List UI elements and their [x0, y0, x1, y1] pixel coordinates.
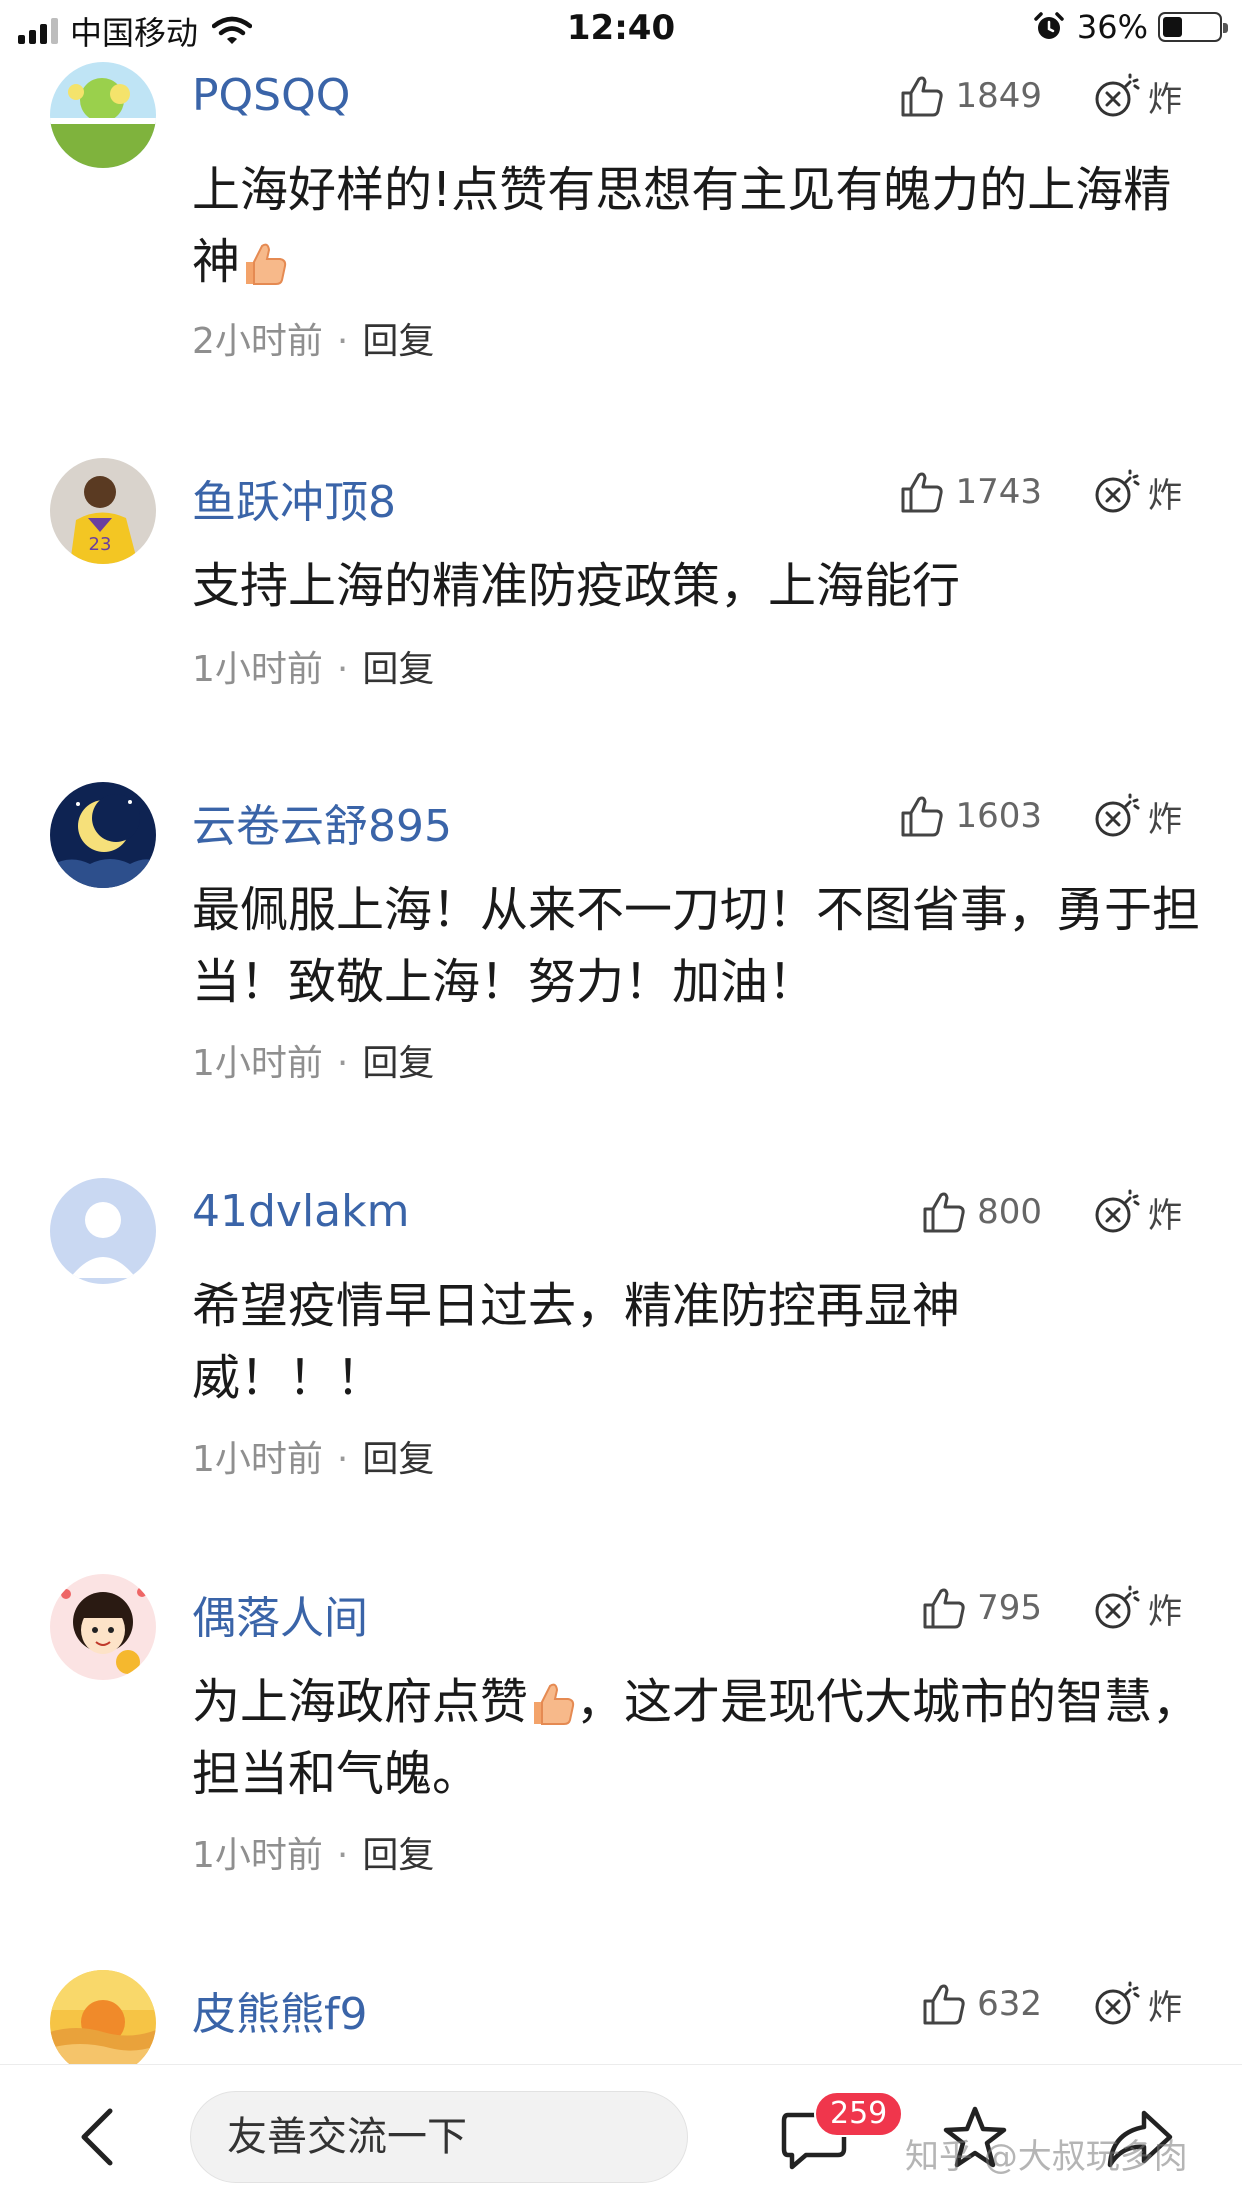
comment-count-badge: 259 [814, 2091, 904, 2137]
thumbs-up-icon [901, 76, 944, 117]
bomb-label: 炸 [1148, 475, 1182, 516]
comment-time: 1小时前 [192, 649, 323, 690]
bomb-icon [1095, 73, 1140, 117]
username[interactable]: 皮熊熊f9 [192, 1978, 367, 2042]
back-arrow-icon[interactable] [70, 2107, 130, 2167]
moon-avatar-icon[interactable] [50, 782, 156, 888]
comment-list[interactable]: PQSQQ 1849 炸 上海好样的!点赞有思想有主见有魄力的上海精神 2小时前… [0, 0, 1242, 2064]
comment-text: 上海好样的!点赞有思想有主见有魄力的上海精神 [192, 154, 1202, 298]
comment-time: 2小时前 [192, 321, 323, 362]
like-count: 632 [977, 1984, 1042, 2024]
cartoon-girl-avatar-icon[interactable] [50, 1574, 156, 1680]
bomb-label: 炸 [1148, 799, 1182, 840]
reply-button[interactable]: 回复 [362, 1439, 434, 1480]
username[interactable]: PQSQQ [192, 70, 350, 121]
username[interactable]: 云卷云舒895 [192, 790, 452, 854]
svg-text:23: 23 [89, 534, 112, 555]
comment-text: 最佩服上海！从来不一刀切！不图省事，勇于担当！致敬上海！努力！加油！ [192, 874, 1202, 1018]
like-button[interactable]: 1743 [899, 462, 1042, 522]
bomb-label: 炸 [1148, 79, 1182, 120]
comment-meta: 1小时前 · 回复 [192, 1034, 434, 1086]
comment-text-part: 上海好样的!点赞有思想有主见有魄力的上海精神 [192, 162, 1172, 290]
like-button[interactable]: 632 [921, 1974, 1042, 2034]
thumbs-up-icon [901, 796, 944, 837]
like-count: 1743 [955, 472, 1042, 512]
comment-meta: 1小时前 · 回复 [192, 1430, 434, 1482]
like-button[interactable]: 800 [921, 1182, 1042, 1242]
comment-time: 1小时前 [192, 1043, 323, 1084]
thumbs-up-icon [901, 472, 944, 513]
like-count: 800 [977, 1192, 1042, 1232]
like-count: 795 [977, 1588, 1042, 1628]
username[interactable]: 鱼跃冲顶8 [192, 466, 396, 530]
bomb-icon [1095, 1189, 1140, 1233]
meta-separator: · [336, 649, 349, 690]
like-button[interactable]: 1603 [899, 786, 1042, 846]
username[interactable]: 偶落人间 [192, 1582, 368, 1646]
reply-button[interactable]: 回复 [362, 1835, 434, 1876]
comment-time: 1小时前 [192, 1835, 323, 1876]
comment-meta: 1小时前 · 回复 [192, 1826, 434, 1878]
bomb-icon [1095, 1585, 1140, 1629]
thumbs-up-icon [923, 1984, 965, 2025]
like-button[interactable]: 795 [921, 1578, 1042, 1638]
thumbs-up-icon [923, 1192, 965, 1233]
bomb-icon [1095, 469, 1140, 513]
comment-text-part: 希望疫情早日过去，精准防控再显神威！！！ [192, 1278, 961, 1406]
like-count: 1849 [955, 76, 1042, 116]
bomb-icon [1095, 1981, 1140, 2025]
default-user-avatar-icon[interactable] [50, 1178, 156, 1284]
comment-text-part: 最佩服上海！从来不一刀切！不图省事，勇于担当！致敬上海！努力！加油！ [192, 882, 1201, 1010]
bomb-button[interactable]: 炸 [1092, 1974, 1182, 2034]
comment-text: 支持上海的精准防疫政策，上海能行 [192, 550, 1202, 622]
bomb-label: 炸 [1148, 1987, 1182, 2028]
bomb-button[interactable]: 炸 [1092, 1182, 1182, 1242]
basketball-player-avatar-icon[interactable]: 23 [50, 458, 156, 564]
comment-input-field[interactable] [191, 2092, 687, 2182]
like-button[interactable]: 1849 [899, 66, 1042, 126]
comment-input[interactable] [190, 2091, 688, 2183]
meta-separator: · [336, 321, 349, 362]
sunset-avatar-icon[interactable] [50, 1970, 156, 2064]
username[interactable]: 41dvlakm [192, 1186, 410, 1237]
meta-separator: · [336, 1043, 349, 1084]
comment-text-part: 支持上海的精准防疫政策，上海能行 [192, 558, 961, 614]
reply-button[interactable]: 回复 [362, 1043, 434, 1084]
thumbs-up-icon [923, 1588, 965, 1629]
bottom-toolbar: 259 知乎 @大叔玩多肉 [0, 2064, 1242, 2209]
comment-text: 为上海政府点赞 ，这才是现代大城市的智慧，担当和气魄。 [192, 1666, 1202, 1810]
bomb-button[interactable]: 炸 [1092, 66, 1182, 126]
meta-separator: · [336, 1835, 349, 1876]
watermark-text: 知乎 @大叔玩多肉 [905, 2137, 1188, 2177]
comment-meta: 2小时前 · 回复 [192, 312, 434, 364]
thumbs-up-emoji-icon [534, 1683, 575, 1725]
comment-time: 1小时前 [192, 1439, 323, 1480]
like-count: 1603 [955, 796, 1042, 836]
comment-text-part: 为上海政府点赞 [192, 1674, 529, 1730]
bomb-button[interactable]: 炸 [1092, 1578, 1182, 1638]
thumbs-up-emoji-icon [246, 243, 287, 285]
landscape-avatar-icon[interactable] [50, 62, 156, 168]
bomb-button[interactable]: 炸 [1092, 786, 1182, 846]
reply-button[interactable]: 回复 [362, 321, 434, 362]
comment-meta: 1小时前 · 回复 [192, 640, 434, 692]
reply-button[interactable]: 回复 [362, 649, 434, 690]
comment-text: 希望疫情早日过去，精准防控再显神威！！！ [192, 1270, 1072, 1414]
bomb-label: 炸 [1148, 1591, 1182, 1632]
bomb-icon [1095, 793, 1140, 837]
meta-separator: · [336, 1439, 349, 1480]
bomb-button[interactable]: 炸 [1092, 462, 1182, 522]
bomb-label: 炸 [1148, 1195, 1182, 1236]
